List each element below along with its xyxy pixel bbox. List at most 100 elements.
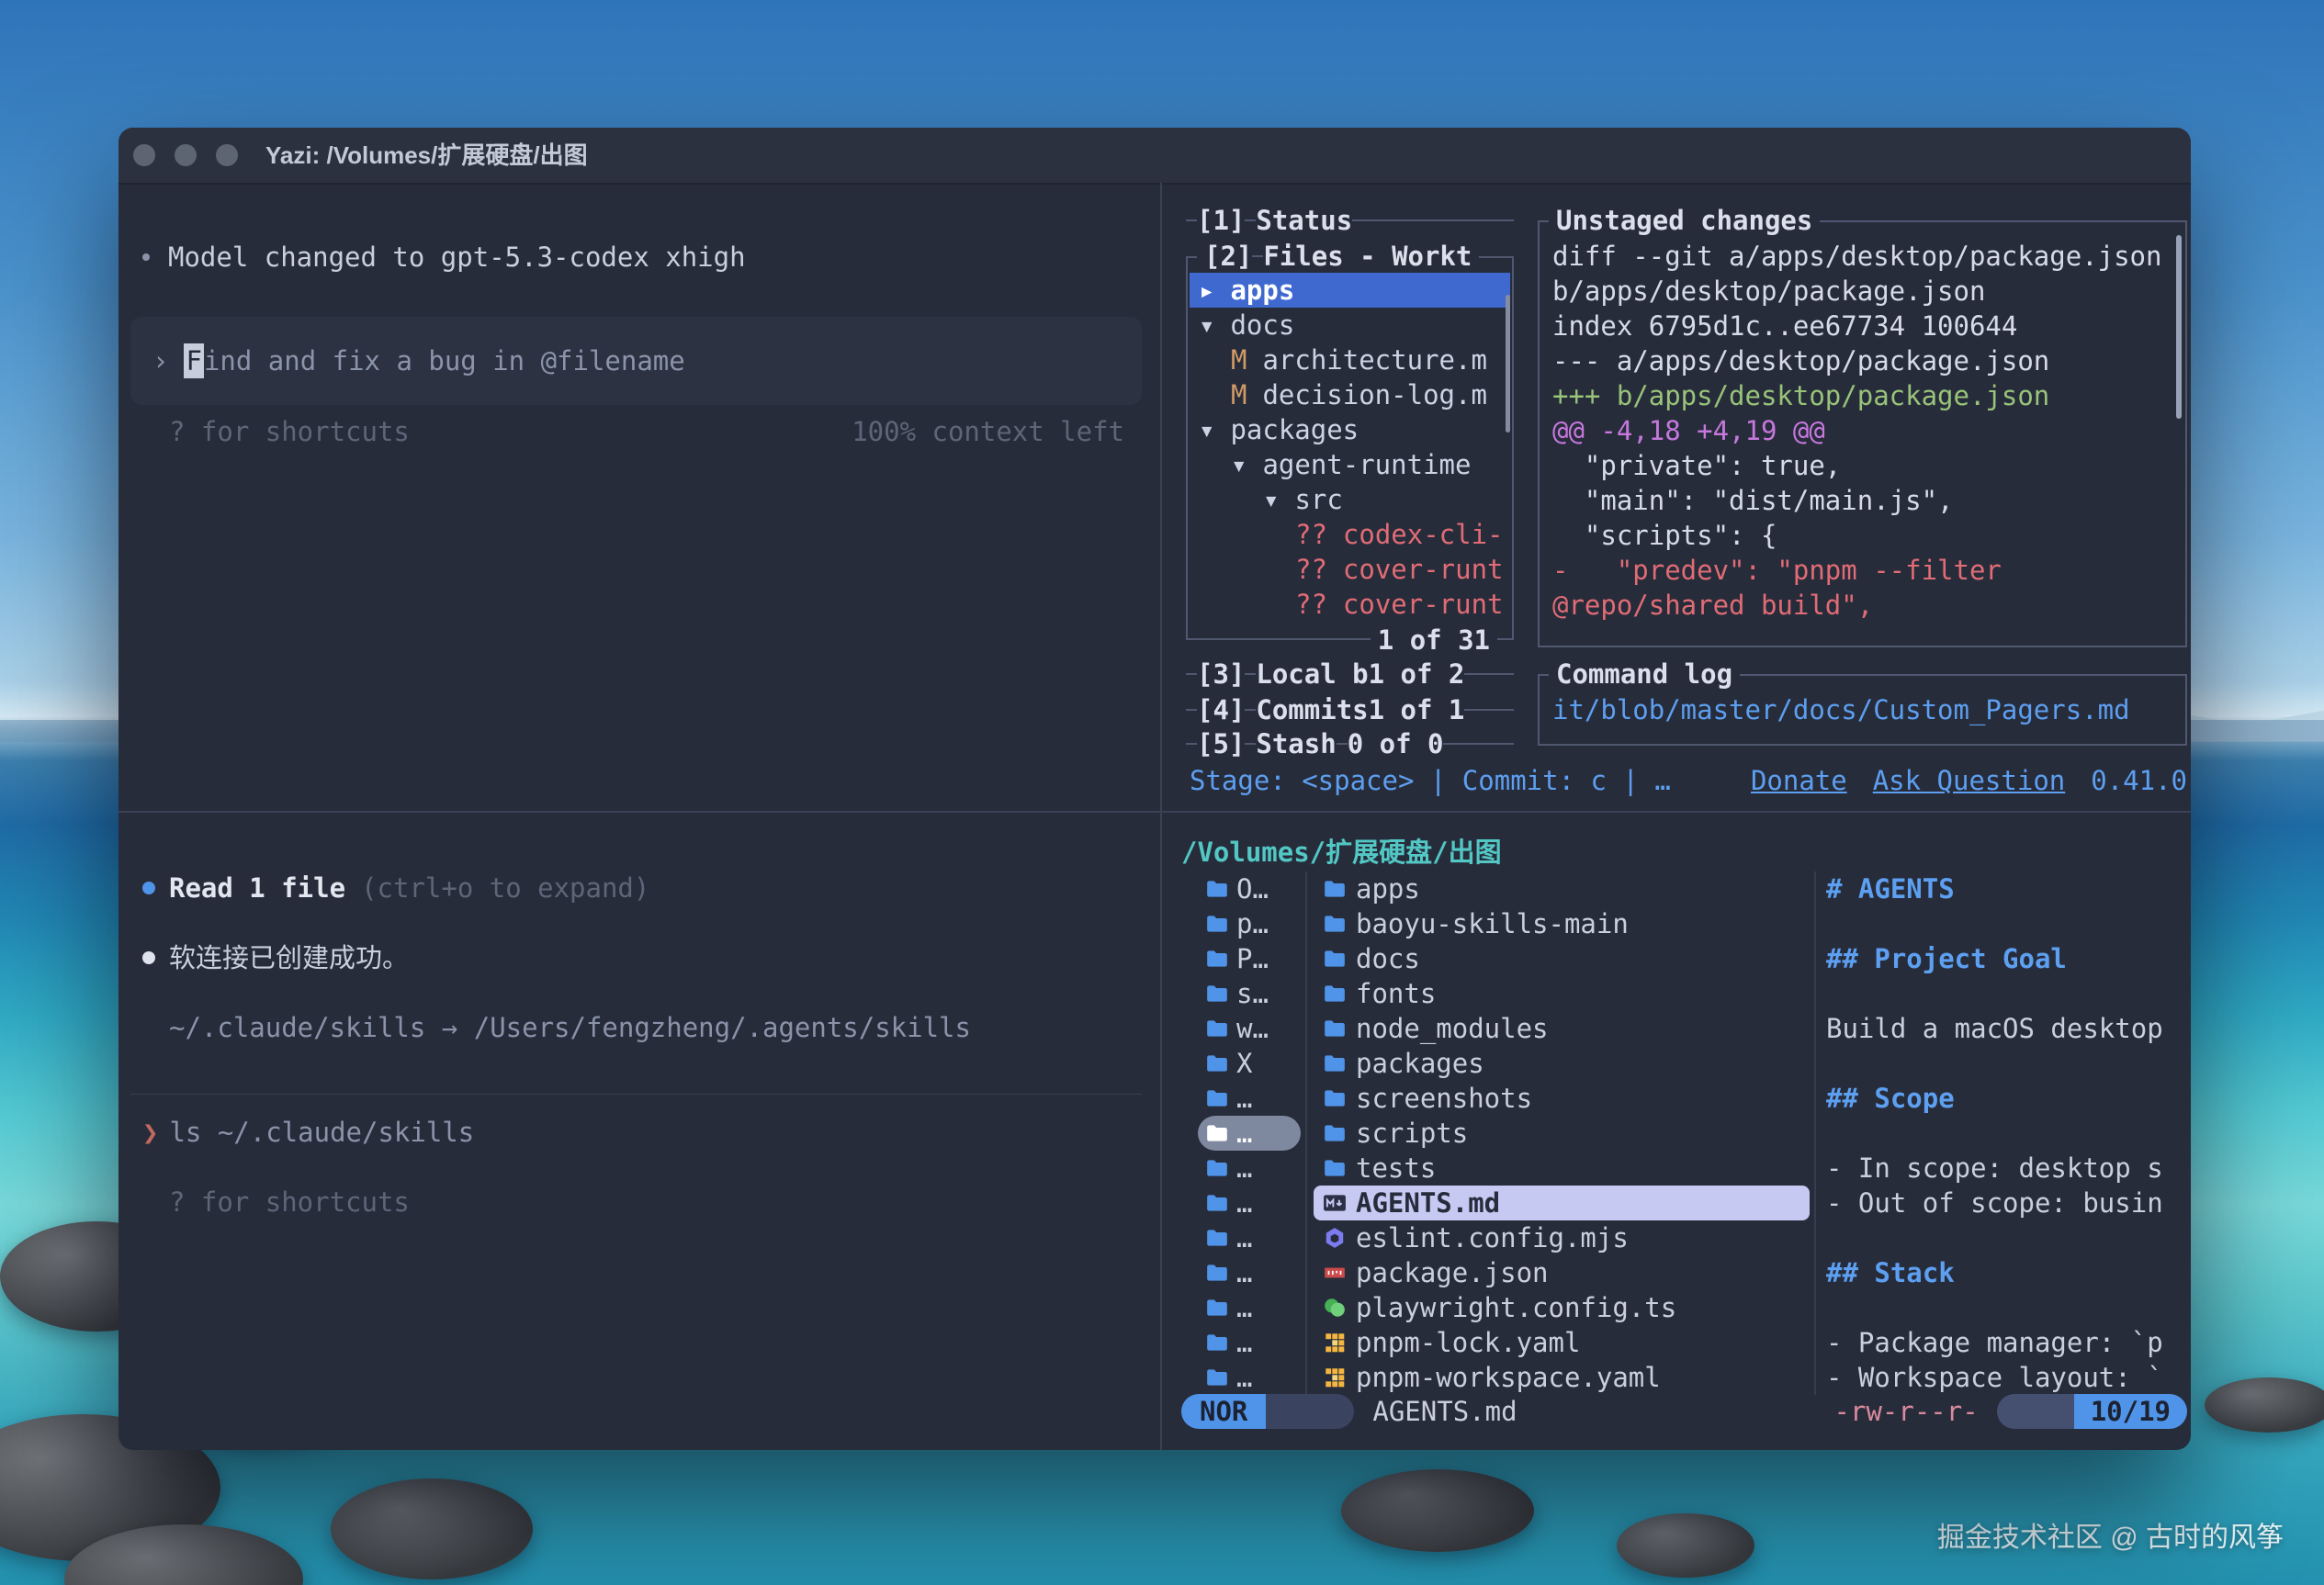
rock <box>1341 1469 1534 1552</box>
parent-folder-row[interactable]: … <box>1198 1255 1301 1290</box>
tree-row[interactable]: ?? cover-runt <box>1190 587 1510 622</box>
parent-folder-row[interactable]: … <box>1198 1220 1301 1255</box>
tree-row[interactable]: ▾ docs <box>1190 308 1510 343</box>
version-label: 0.41.0 <box>2091 763 2187 798</box>
folder-icon <box>1323 1156 1347 1180</box>
close-button[interactable] <box>133 144 155 166</box>
file-row[interactable]: docs <box>1314 941 1810 976</box>
folder-icon <box>1205 1331 1229 1355</box>
eslint-icon <box>1323 1226 1347 1250</box>
file-row[interactable]: scripts <box>1314 1116 1810 1151</box>
file-row[interactable]: playwright.config.ts <box>1314 1290 1810 1325</box>
tree-row[interactable]: ▾ src <box>1190 482 1510 517</box>
file-row[interactable]: baoyu-skills-main <box>1314 906 1810 941</box>
folder-icon <box>1205 1017 1229 1040</box>
tree-row[interactable]: ?? cover-runt <box>1190 552 1510 587</box>
preview-line <box>1826 1220 2188 1255</box>
context-left-indicator: 100% context left <box>852 414 1124 449</box>
parent-folder-row[interactable]: P… <box>1198 941 1301 976</box>
parent-folder-row[interactable]: w… <box>1198 1011 1301 1046</box>
rock <box>331 1478 533 1579</box>
donate-link[interactable]: Donate <box>1751 763 1847 798</box>
scrollbar[interactable] <box>2176 235 2182 419</box>
file-row[interactable]: tests <box>1314 1151 1810 1186</box>
yazi-status-bar: NOR AGENTS.md -rw-r--r- 10/19 <box>1181 1394 2187 1429</box>
file-row[interactable]: eslint.config.mjs <box>1314 1220 1810 1255</box>
ask-question-link[interactable]: Ask Question <box>1873 763 2066 798</box>
tree-row[interactable]: ?? codex-cli- <box>1190 517 1510 552</box>
file-row[interactable]: fonts <box>1314 976 1810 1011</box>
preview-line: ## Scope <box>1826 1081 2188 1116</box>
parent-folder-row[interactable]: … <box>1198 1290 1301 1325</box>
unstaged-panel-title: Unstaged changes <box>1549 203 1820 238</box>
window-titlebar: Yazi: /Volumes/扩展硬盘/出图 <box>118 128 2191 185</box>
status-section-header[interactable]: [1] Status <box>1186 203 1514 238</box>
branches-section-header[interactable]: [3] Local b 1 of 2 <box>1186 657 1514 691</box>
diff-view[interactable]: diff --git a/apps/desktop/package.json b… <box>1552 239 2174 623</box>
folder-icon <box>1205 1191 1229 1215</box>
text-cursor: F <box>184 343 203 378</box>
file-row[interactable]: node_modules <box>1314 1011 1810 1046</box>
tree-row[interactable]: M decision-log.m <box>1190 377 1510 412</box>
symlink-created-message: 软连接已创建成功。 <box>169 940 409 975</box>
tree-row[interactable]: ▾ packages <box>1190 412 1510 447</box>
section-title: Stash <box>1256 726 1336 761</box>
section-title: Local b <box>1256 657 1368 691</box>
pane-divider-vertical[interactable] <box>1160 183 1162 1450</box>
folder-icon <box>1323 877 1347 901</box>
preview-line: - Package manager: `p <box>1826 1325 2188 1360</box>
parent-folder-row[interactable]: p… <box>1198 906 1301 941</box>
folder-icon <box>1205 1156 1229 1180</box>
file-row[interactable]: package.json <box>1314 1255 1810 1290</box>
zoom-button[interactable] <box>216 144 238 166</box>
preview-line: - In scope: desktop s <box>1826 1151 2188 1186</box>
file-row[interactable]: pnpm-workspace.yaml <box>1314 1360 1810 1395</box>
diff-removed-line: - "predev": "pnpm --filter <box>1552 553 2174 588</box>
parent-column: O… p… P… s… w… <box>1198 871 1301 1395</box>
prompt-input[interactable]: › F ind and fix a bug in @filename <box>130 317 1142 405</box>
read-file-message[interactable]: Read 1 file <box>169 871 345 905</box>
file-row-selected[interactable]: AGENTS.md <box>1314 1186 1810 1220</box>
diff-hunk-header: @@ -4,18 +4,19 @@ <box>1552 413 2174 448</box>
commits-section-header[interactable]: [4] Commits 1 of 1 <box>1186 692 1514 727</box>
parent-folder-row[interactable]: … <box>1198 1325 1301 1360</box>
folder-icon <box>1323 1051 1347 1075</box>
parent-folder-row-current[interactable]: … <box>1198 1116 1301 1151</box>
diff-line: index 6795d1c..ee67734 100644 <box>1552 309 2174 343</box>
command-text[interactable]: ls ~/.claude/skills <box>169 1115 474 1150</box>
minimize-button[interactable] <box>175 144 197 166</box>
parent-folder-row[interactable]: … <box>1198 1081 1301 1116</box>
command-log-title: Command log <box>1549 657 1740 691</box>
diff-line: +++ b/apps/desktop/package.json <box>1552 378 2174 413</box>
stash-section-header[interactable]: [5] Stash 0 of 0 <box>1186 726 1514 761</box>
parent-folder-row[interactable]: O… <box>1198 871 1301 906</box>
preview-line: ## Stack <box>1826 1255 2188 1290</box>
tree-row[interactable]: ▸ apps <box>1190 273 1510 308</box>
file-row[interactable]: packages <box>1314 1046 1810 1081</box>
tree-row[interactable]: ▾ agent-runtime <box>1190 447 1510 482</box>
parent-folder-row[interactable]: s… <box>1198 976 1301 1011</box>
parent-folder-row[interactable]: … <box>1198 1186 1301 1220</box>
file-row[interactable]: screenshots <box>1314 1081 1810 1116</box>
folder-icon <box>1323 947 1347 971</box>
parent-folder-row[interactable]: X <box>1198 1046 1301 1081</box>
preview-line: # AGENTS <box>1826 871 2188 906</box>
divider <box>130 1094 1142 1095</box>
file-row[interactable]: pnpm-lock.yaml <box>1314 1325 1810 1360</box>
pane-divider-horizontal[interactable] <box>118 811 2191 813</box>
parent-folder-row[interactable]: … <box>1198 1151 1301 1186</box>
tree-row[interactable]: M architecture.m <box>1190 343 1510 377</box>
section-number: [4] <box>1197 692 1245 727</box>
model-changed-message: Model changed to gpt-5.3-codex xhigh <box>168 240 746 275</box>
section-title: Status <box>1256 203 1352 238</box>
section-number: [3] <box>1197 657 1245 691</box>
npm-icon <box>1323 1261 1347 1285</box>
file-list-column: apps baoyu-skills-main docs fonts node_m… <box>1314 871 1810 1395</box>
folder-icon <box>1205 1086 1229 1110</box>
diff-line: diff --git a/apps/desktop/package.json <box>1552 239 2174 274</box>
expand-hint: (ctrl+o to expand) <box>361 871 649 905</box>
scrollbar[interactable] <box>1506 295 1510 433</box>
parent-folder-row[interactable]: … <box>1198 1360 1301 1395</box>
section-count: 1 of 1 <box>1369 692 1465 727</box>
file-row[interactable]: apps <box>1314 871 1810 906</box>
